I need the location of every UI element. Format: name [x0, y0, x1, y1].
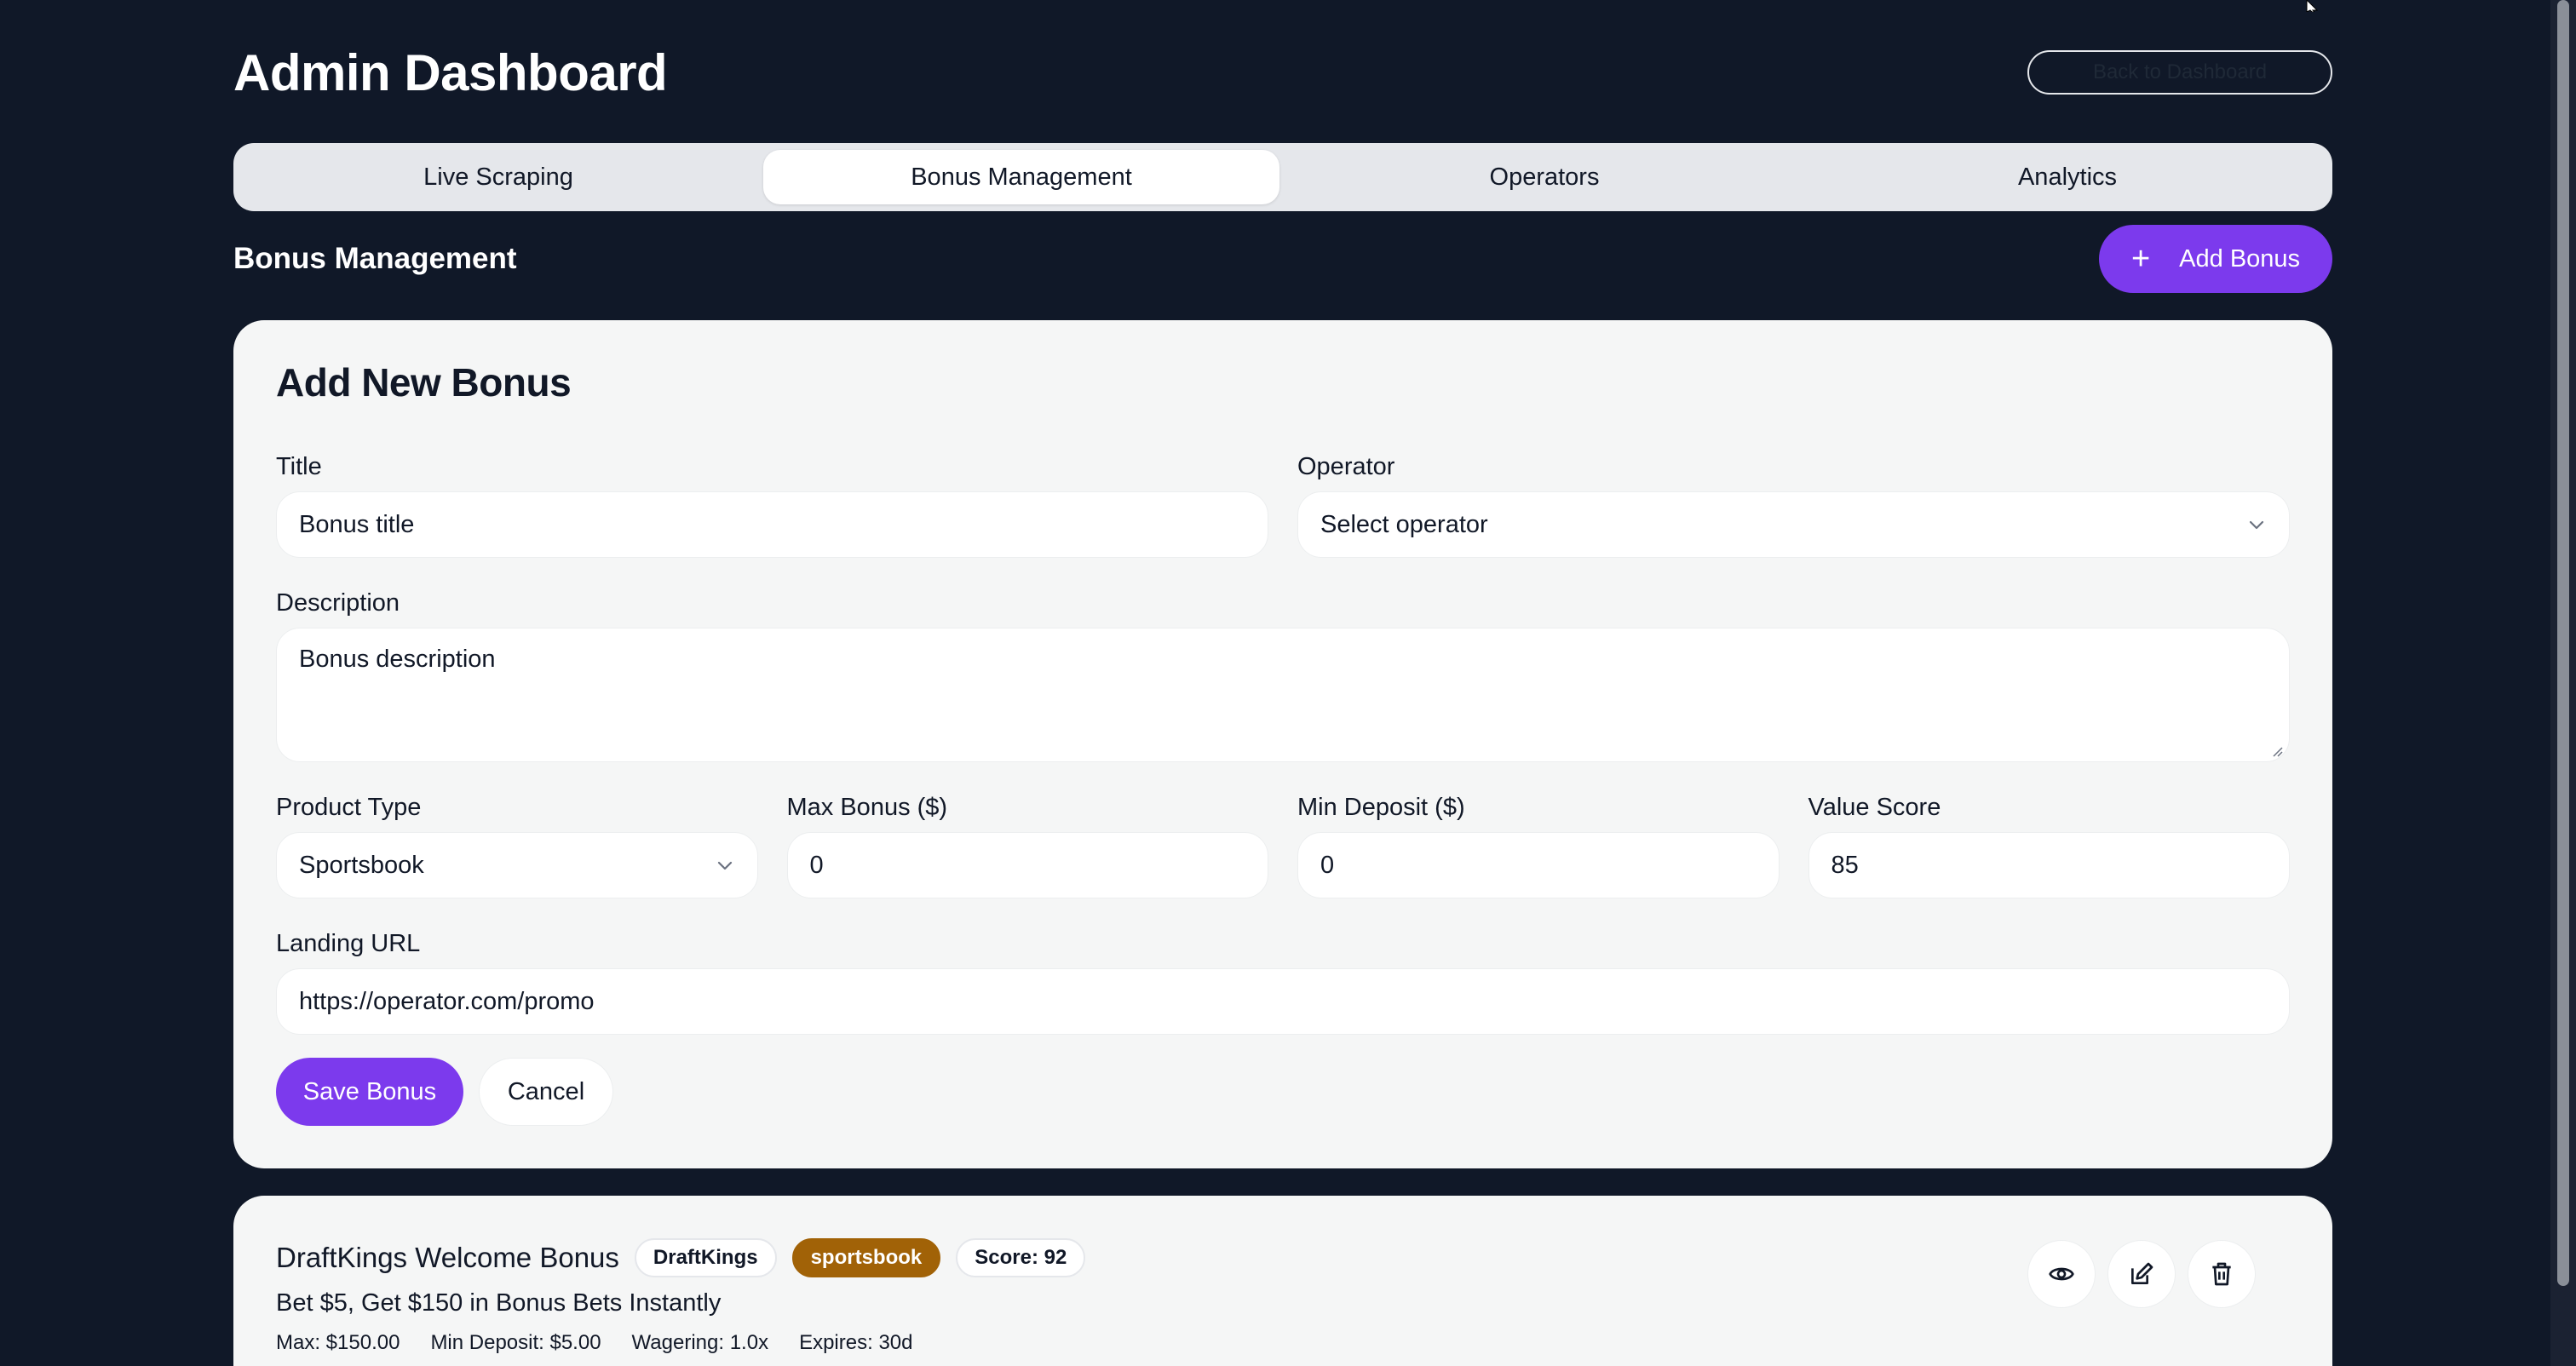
title-label: Title: [276, 453, 322, 480]
form-row-title-operator: Title Bonus title Operator Select operat…: [276, 453, 2290, 558]
landing-url-input[interactable]: https://operator.com/promo: [276, 968, 2290, 1035]
tab-analytics[interactable]: Analytics: [1809, 150, 2326, 204]
header: Admin Dashboard Back to Dashboard: [233, 34, 2332, 111]
product-type-select[interactable]: Sportsbook: [276, 832, 758, 898]
save-bonus-button[interactable]: Save Bonus: [276, 1058, 463, 1126]
tab-live-scraping[interactable]: Live Scraping: [240, 150, 756, 204]
operator-field-group: Operator Select operator: [1297, 453, 2290, 558]
add-bonus-button[interactable]: + Add Bonus: [2099, 225, 2332, 293]
min-deposit-label: Min Deposit ($): [1297, 794, 1465, 821]
value-score-field-group: Value Score 85: [1808, 794, 2290, 898]
form-row-landing-url: Landing URL https://operator.com/promo: [276, 930, 2290, 1035]
landing-url-label: Landing URL: [276, 930, 421, 957]
value-score-value: 85: [1831, 851, 1859, 879]
score-badge: Score: 92: [956, 1238, 1086, 1277]
bonus-expires: Expires: 30d: [799, 1331, 913, 1354]
back-to-dashboard-button[interactable]: Back to Dashboard: [2027, 50, 2332, 95]
operator-badge: DraftKings: [634, 1238, 777, 1277]
edit-button[interactable]: [2107, 1240, 2176, 1308]
bonus-item-header: DraftKings Welcome Bonus DraftKings spor…: [276, 1237, 2290, 1279]
tab-operators[interactable]: Operators: [1286, 150, 1803, 204]
value-score-label: Value Score: [1808, 794, 1941, 821]
cancel-button[interactable]: Cancel: [479, 1058, 613, 1126]
resize-handle-icon[interactable]: [2270, 744, 2284, 758]
max-bonus-value: 0: [809, 851, 824, 879]
form-heading: Add New Bonus: [276, 360, 572, 405]
description-label: Description: [276, 589, 400, 617]
product-type-label: Product Type: [276, 794, 422, 821]
bonus-list-item: DraftKings Welcome Bonus DraftKings spor…: [233, 1196, 2332, 1366]
view-button[interactable]: [2027, 1240, 2096, 1308]
description-placeholder: Bonus description: [299, 646, 496, 673]
scrollbar-thumb[interactable]: [2557, 0, 2569, 1286]
vertical-scrollbar[interactable]: [2550, 0, 2576, 1366]
page-title: Admin Dashboard: [233, 43, 668, 101]
bonus-max: Max: $150.00: [276, 1331, 400, 1354]
description-textarea[interactable]: Bonus description: [276, 628, 2290, 762]
bonus-min-deposit: Min Deposit: $5.00: [430, 1331, 601, 1354]
operator-label: Operator: [1297, 453, 1395, 480]
product-type-field-group: Product Type Sportsbook: [276, 794, 758, 898]
landing-url-field-group: Landing URL https://operator.com/promo: [276, 930, 2290, 1035]
add-bonus-form: Add New Bonus Title Bonus title Operator…: [233, 320, 2332, 1168]
eye-icon: [2049, 1267, 2074, 1281]
section-header: Bonus Management + Add Bonus: [233, 225, 2332, 293]
chevron-down-icon: [2249, 520, 2264, 530]
tab-bar: Live Scraping Bonus Management Operators…: [233, 143, 2332, 211]
min-deposit-field-group: Min Deposit ($) 0: [1297, 794, 1780, 898]
bonus-description: Bet $5, Get $150 in Bonus Bets Instantly: [276, 1289, 722, 1317]
value-score-input[interactable]: 85: [1808, 832, 2290, 898]
section-title: Bonus Management: [233, 242, 517, 275]
trash-icon: [2212, 1262, 2231, 1286]
form-row-description: Description Bonus description: [276, 589, 2290, 762]
title-input[interactable]: Bonus title: [276, 491, 1268, 558]
plus-icon: +: [2130, 241, 2151, 277]
max-bonus-field-group: Max Bonus ($) 0: [786, 794, 1268, 898]
bonus-wagering: Wagering: 1.0x: [631, 1331, 769, 1354]
bonus-meta: Max: $150.00 Min Deposit: $5.00 Wagering…: [276, 1331, 2290, 1355]
landing-url-placeholder: https://operator.com/promo: [299, 987, 595, 1015]
bonus-item-actions: [2027, 1240, 2256, 1308]
min-deposit-value: 0: [1320, 851, 1335, 879]
operator-select-value: Select operator: [1320, 510, 1488, 538]
operator-select[interactable]: Select operator: [1297, 491, 2290, 558]
add-bonus-label: Add Bonus: [2179, 244, 2301, 273]
form-row-numbers: Product Type Sportsbook Max Bonus ($) 0 …: [276, 794, 2290, 898]
edit-icon: [2131, 1262, 2153, 1284]
delete-button[interactable]: [2188, 1240, 2256, 1308]
description-field-group: Description Bonus description: [276, 589, 2290, 762]
title-field-group: Title Bonus title: [276, 453, 1268, 558]
product-type-badge: sportsbook: [791, 1238, 941, 1277]
max-bonus-input[interactable]: 0: [786, 832, 1268, 898]
cursor-icon: [2306, 0, 2319, 12]
product-type-value: Sportsbook: [299, 851, 424, 879]
admin-page: Admin Dashboard Back to Dashboard Live S…: [0, 0, 2576, 1366]
form-actions: Save Bonus Cancel: [276, 1058, 2290, 1126]
chevron-down-icon: [717, 861, 732, 870]
bonus-title: DraftKings Welcome Bonus: [276, 1242, 619, 1273]
max-bonus-label: Max Bonus ($): [786, 794, 948, 821]
tab-bonus-management[interactable]: Bonus Management: [763, 150, 1279, 204]
min-deposit-input[interactable]: 0: [1297, 832, 1780, 898]
title-placeholder: Bonus title: [299, 510, 415, 538]
